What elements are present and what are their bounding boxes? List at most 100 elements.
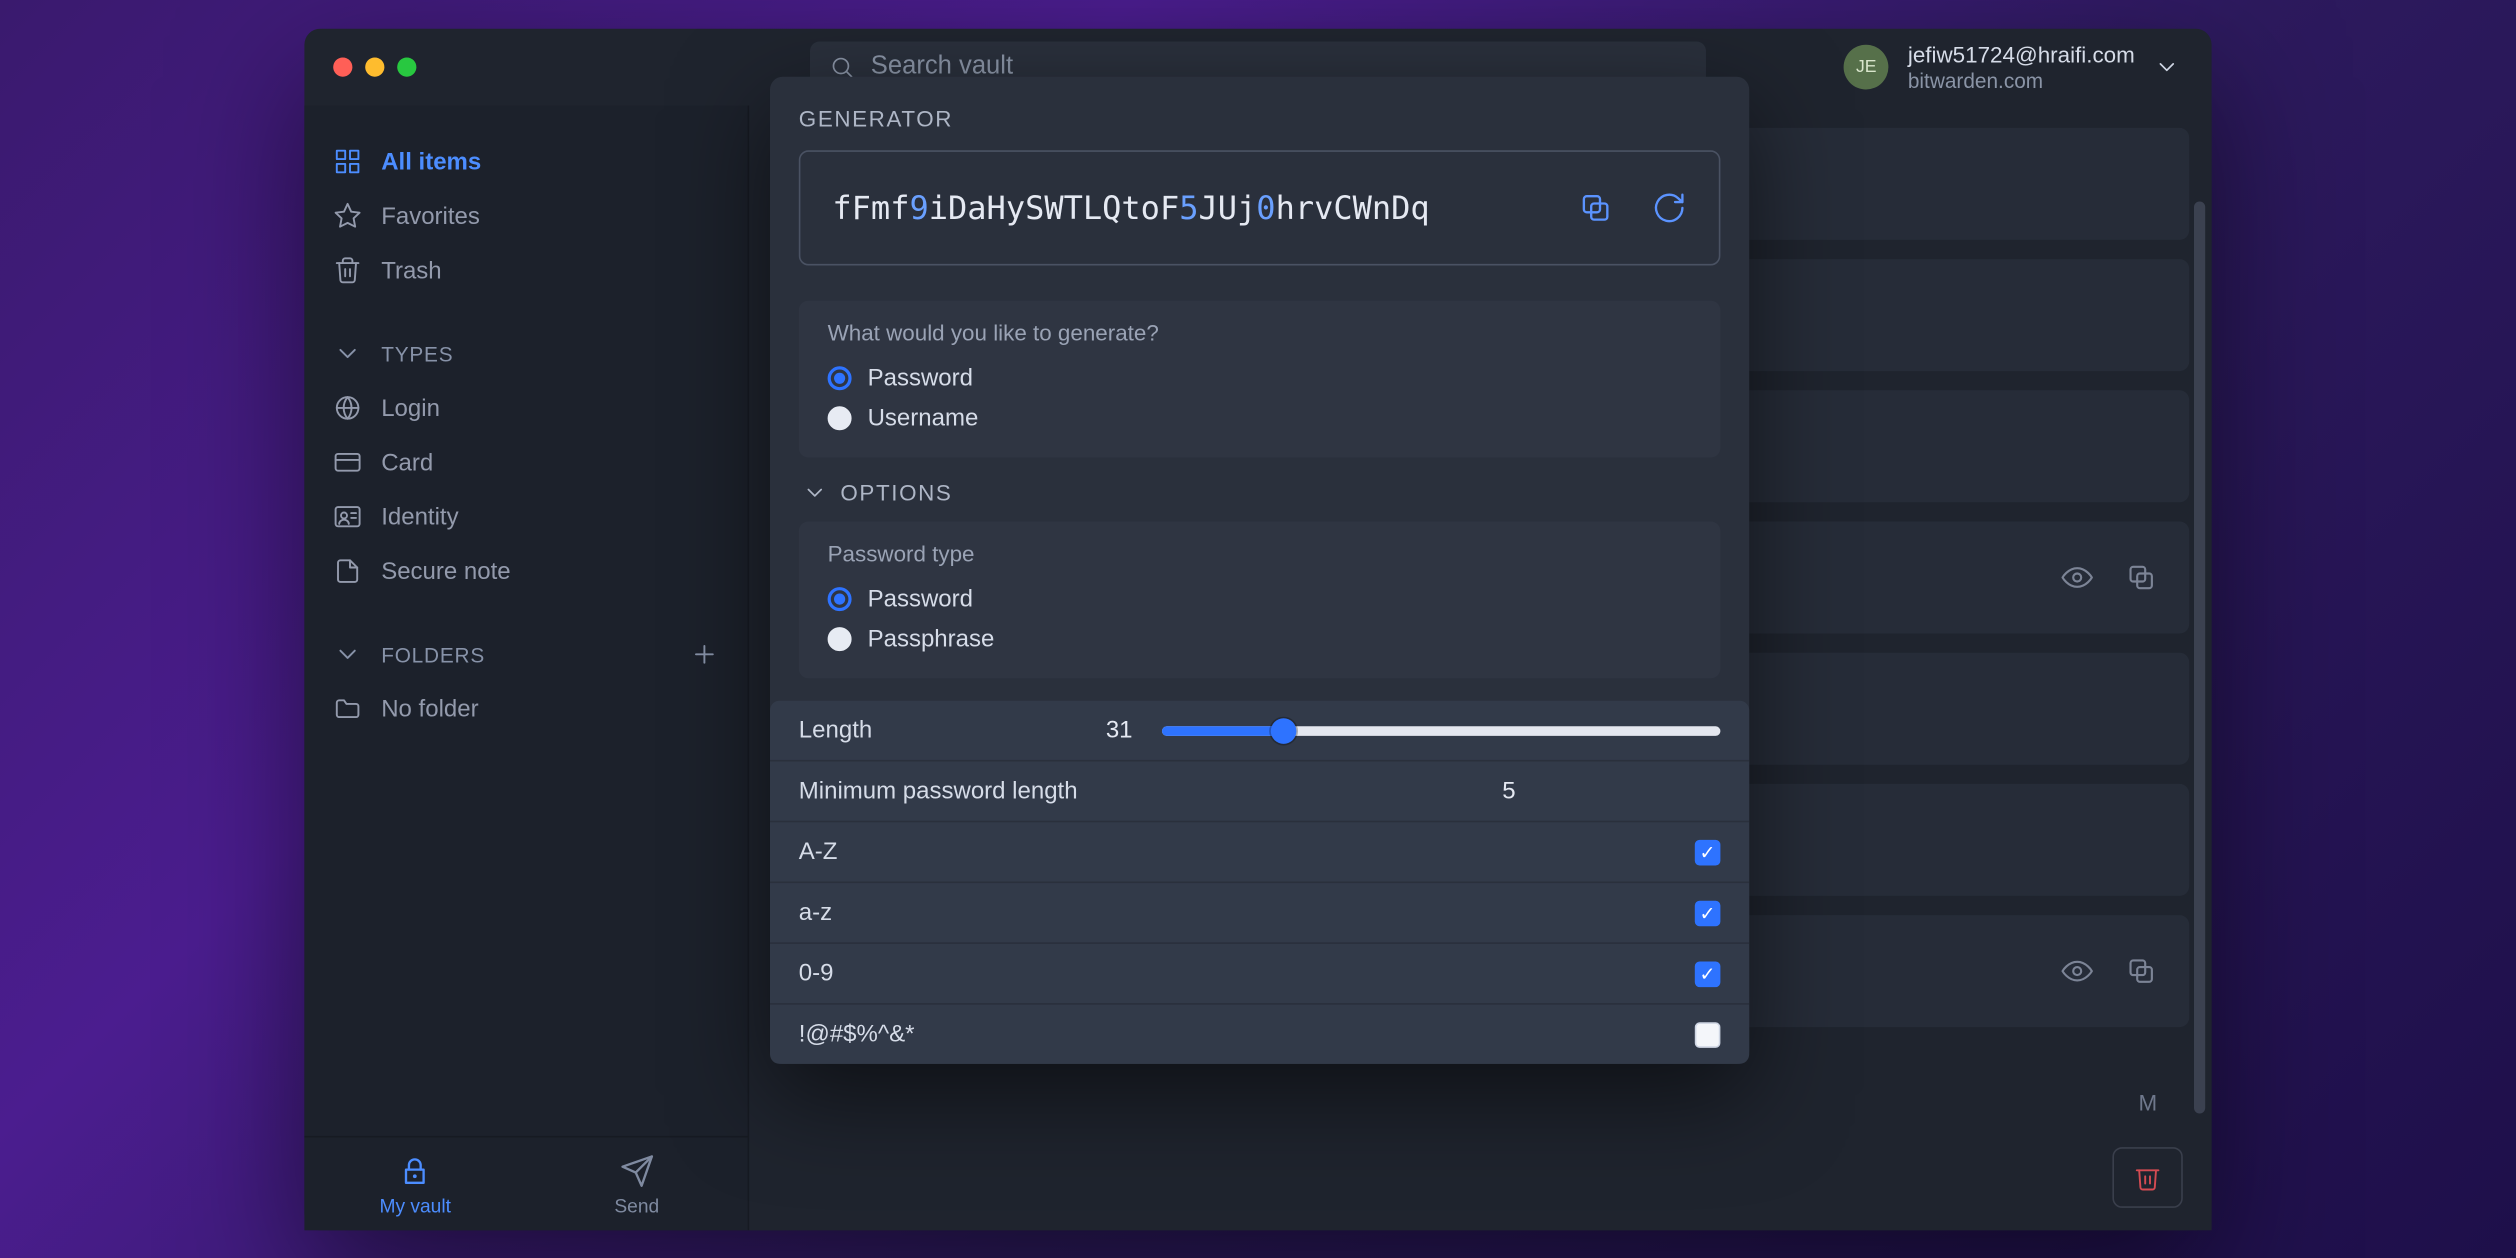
copy-icon[interactable] (2125, 955, 2157, 987)
radio-icon (828, 366, 852, 390)
account-text: jefiw51724@hraifi.com bitwarden.com (1908, 41, 2135, 93)
password-type-section: Password type Password Passphrase (799, 521, 1721, 678)
avatar: JE (1844, 45, 1889, 90)
charset-row-upper[interactable]: A-Z (770, 822, 1749, 883)
radio-icon (828, 587, 852, 611)
eye-icon[interactable] (2061, 955, 2093, 987)
grid-icon (333, 147, 362, 176)
sidebar-item-label: Trash (381, 256, 441, 283)
maximize-window-button[interactable] (397, 57, 416, 76)
scrollbar[interactable] (2194, 201, 2205, 1113)
sidebar-item-login[interactable]: Login (304, 380, 747, 434)
sidebar-item-secure-note[interactable]: Secure note (304, 543, 747, 597)
length-value: 31 (1106, 716, 1133, 743)
options-toggle[interactable]: OPTIONS (802, 479, 1720, 505)
tab-label: Send (614, 1195, 659, 1217)
sidebar-item-favorites[interactable]: Favorites (304, 188, 747, 242)
min-length-label: Minimum password length (799, 777, 1078, 804)
sidebar-header-types[interactable]: Types (304, 326, 747, 380)
generate-option-username[interactable]: Username (828, 398, 1692, 438)
sidebar: All items Favorites Trash Types Login Ca… (304, 105, 749, 1230)
radio-label: Password (868, 364, 973, 391)
delete-button[interactable] (2112, 1147, 2182, 1208)
account-domain: bitwarden.com (1908, 68, 2135, 93)
sidebar-header-folders[interactable]: Folders (304, 627, 747, 681)
copy-password-button[interactable] (1578, 190, 1613, 225)
chevron-down-icon (802, 479, 828, 505)
min-length-row: Minimum password length 5 (770, 761, 1749, 822)
checkbox[interactable] (1695, 1021, 1721, 1047)
password-type-option-pp[interactable]: Passphrase (828, 619, 1692, 659)
charset-label: 0-9 (799, 959, 834, 986)
sidebar-header-label: Types (381, 341, 453, 365)
trash-icon (333, 255, 362, 284)
length-label: Length (799, 716, 872, 743)
sidebar-item-label: Identity (381, 503, 458, 530)
radio-label: Username (868, 404, 979, 431)
charset-label: a-z (799, 899, 832, 926)
sidebar-item-label: No folder (381, 695, 478, 722)
generated-password-box: fFmf9iDaHySWTLQtoF5JUj0hrvCWnDq (799, 150, 1721, 265)
radio-label: Password (868, 585, 973, 612)
id-icon (333, 502, 362, 531)
radio-icon (828, 406, 852, 430)
copy-icon[interactable] (2125, 561, 2157, 593)
send-icon (619, 1153, 654, 1188)
close-window-button[interactable] (333, 57, 352, 76)
minimize-window-button[interactable] (365, 57, 384, 76)
globe-icon (333, 393, 362, 422)
generate-option-password[interactable]: Password (828, 358, 1692, 398)
app-window: Search vault JE jefiw51724@hraifi.com bi… (304, 28, 2211, 1230)
trash-icon (2133, 1163, 2162, 1192)
generate-question: What would you like to generate? (828, 319, 1692, 345)
charset-label: A-Z (799, 838, 838, 865)
add-folder-button[interactable] (690, 639, 719, 668)
sidebar-item-label: Favorites (381, 202, 480, 229)
chevron-down-icon (2154, 54, 2180, 80)
generator-modal: GENERATOR fFmf9iDaHySWTLQtoF5JUj0hrvCWnD… (770, 76, 1749, 1063)
sidebar-bottom-tabs: My vault Send (304, 1135, 747, 1229)
checkbox[interactable] (1695, 899, 1721, 925)
tab-my-vault[interactable]: My vault (304, 1137, 526, 1230)
sidebar-item-no-folder[interactable]: No folder (304, 681, 747, 735)
charset-row-digits[interactable]: 0-9 (770, 943, 1749, 1004)
sidebar-item-label: Secure note (381, 557, 510, 584)
length-row: Length 31 (770, 700, 1749, 761)
window-controls (333, 57, 416, 76)
timestamp-hint: M (2107, 1089, 2158, 1115)
generated-password: fFmf9iDaHySWTLQtoF5JUj0hrvCWnDq (832, 183, 1549, 231)
modal-title: GENERATOR (799, 105, 1721, 131)
regenerate-button[interactable] (1652, 190, 1687, 225)
eye-icon[interactable] (2061, 561, 2093, 593)
sidebar-item-label: Login (381, 394, 440, 421)
length-slider[interactable] (1161, 725, 1720, 735)
radio-icon (828, 627, 852, 651)
note-icon (333, 556, 362, 585)
sidebar-item-label: All items (381, 147, 481, 174)
checkbox[interactable] (1695, 960, 1721, 986)
sidebar-header-label: Folders (381, 642, 485, 666)
star-icon (333, 201, 362, 230)
folder-icon (333, 694, 362, 723)
search-icon (829, 54, 855, 80)
sidebar-item-card[interactable]: Card (304, 435, 747, 489)
sidebar-item-all-items[interactable]: All items (304, 134, 747, 188)
checkbox[interactable] (1695, 839, 1721, 865)
tab-label: My vault (379, 1195, 451, 1217)
min-length-value: 5 (1502, 777, 1515, 804)
sidebar-item-identity[interactable]: Identity (304, 489, 747, 543)
chevron-down-icon (333, 339, 362, 368)
charset-row-sym[interactable]: !@#$%^&* (770, 1004, 1749, 1063)
chevron-down-icon (333, 639, 362, 668)
radio-label: Passphrase (868, 625, 995, 652)
generate-type-section: What would you like to generate? Passwor… (799, 300, 1721, 457)
password-type-option-pw[interactable]: Password (828, 579, 1692, 619)
charset-row-lower[interactable]: a-z (770, 883, 1749, 944)
sidebar-item-label: Card (381, 448, 433, 475)
password-type-label: Password type (828, 540, 1692, 566)
tab-send[interactable]: Send (526, 1137, 748, 1230)
account-menu[interactable]: JE jefiw51724@hraifi.com bitwarden.com (1844, 41, 2180, 93)
sidebar-item-trash[interactable]: Trash (304, 243, 747, 297)
account-email: jefiw51724@hraifi.com (1908, 41, 2135, 68)
lock-icon (398, 1153, 433, 1188)
